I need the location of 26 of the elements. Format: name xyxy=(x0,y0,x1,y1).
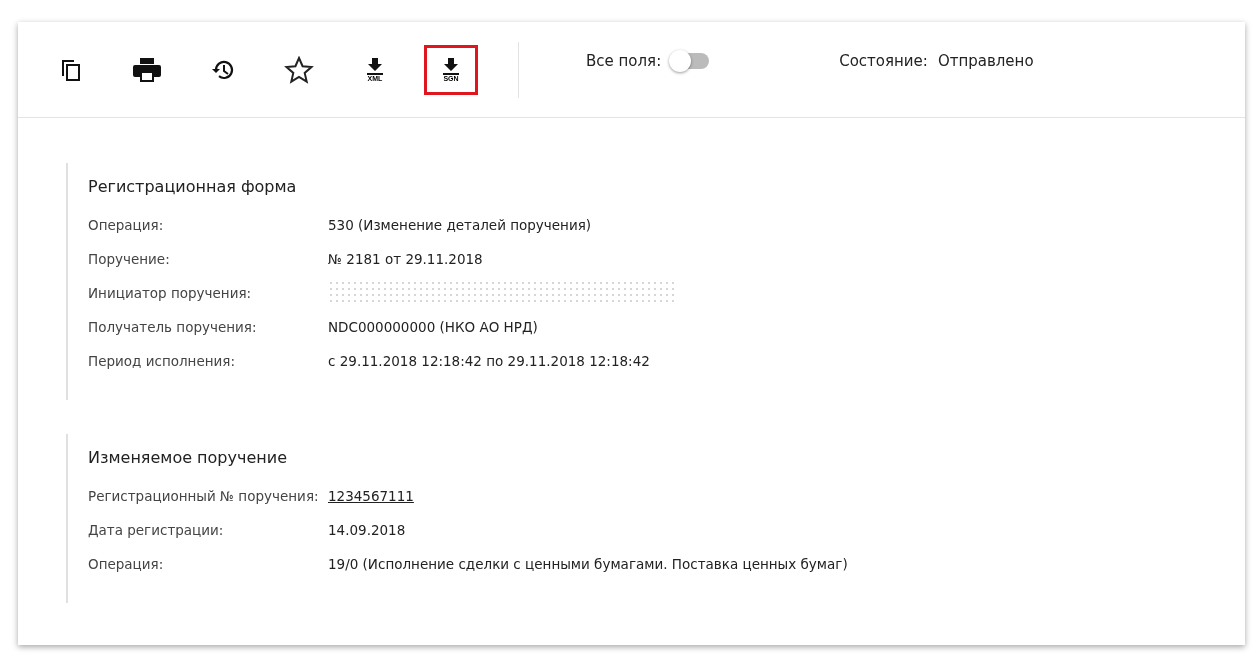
field-label: Регистрационный № поручения: xyxy=(88,487,320,506)
star-icon xyxy=(284,55,314,84)
field-value: 19/0 (Исполнение сделки с ценными бумагами. Поставка ценных бумаг) xyxy=(328,555,848,574)
all-fields-label: Все поля: xyxy=(586,51,662,70)
status-value: Отправлено xyxy=(937,51,1034,70)
field-value: NDC000000000 (НКО АО НРД) xyxy=(328,318,538,337)
field-label: Операция: xyxy=(88,216,165,235)
field-value: с 29.11.2018 12:18:42 по 29.11.2018 12:18:42 xyxy=(328,352,650,371)
field-label: Период исполнения: xyxy=(88,352,236,371)
section-title: Изменяемое поручение xyxy=(88,448,288,467)
section-title: Регистрационная форма xyxy=(88,177,298,196)
field-value: № 2181 от 29.11.2018 xyxy=(328,250,483,269)
field-link[interactable]: 1234567111 xyxy=(328,486,414,506)
field-label: Поручение: xyxy=(88,250,171,269)
field-label: Инициатор поручения: xyxy=(88,284,253,303)
field-label: Операция: xyxy=(88,555,165,574)
field-value: 14.09.2018 xyxy=(328,521,406,540)
download-icon xyxy=(366,56,384,75)
all-fields-toggle[interactable] xyxy=(671,52,710,69)
field-label: Получатель поручения: xyxy=(88,318,258,337)
field-value: 530 (Изменение деталей поручения) xyxy=(328,216,592,235)
print-icon xyxy=(132,56,162,83)
download-icon xyxy=(442,56,460,75)
status-label: Состояние: xyxy=(839,51,928,70)
field-label: Дата регистрации: xyxy=(88,521,225,540)
copy-icon xyxy=(60,57,82,82)
